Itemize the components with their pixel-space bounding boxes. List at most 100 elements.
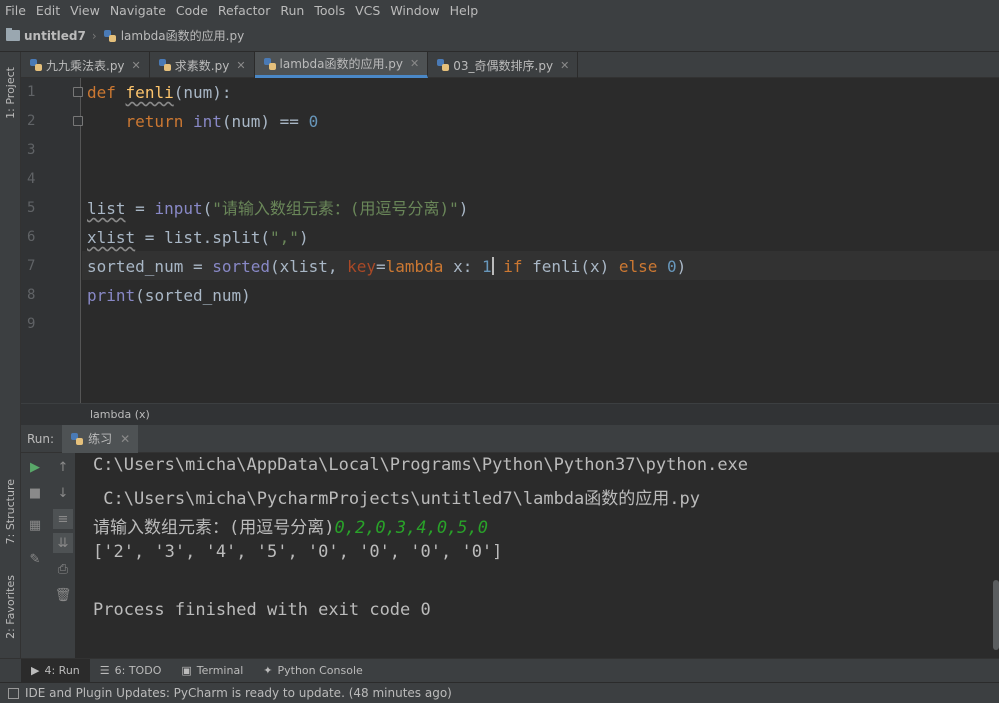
code-editor[interactable]: 1 2 3 4 5 6 7 8 9 def fenli(num): return… (21, 78, 999, 403)
tab-label: 03_奇偶数排序.py (453, 58, 554, 73)
menu-view[interactable]: View (65, 3, 105, 18)
builtin: print (87, 286, 136, 305)
builtin: sorted (212, 257, 271, 276)
stop-icon[interactable]: ■ (25, 483, 45, 503)
console-line: 请输入数组元素：(用逗号分离)0,2,0,3,4,0,5,0 (93, 513, 488, 538)
code-text: x: (443, 257, 482, 276)
breadcrumb-file-label: lambda函数的应用.py (120, 29, 245, 43)
console-user-input: 0,2,0,3,4,0,5,0 (334, 518, 489, 538)
close-icon[interactable]: ✕ (120, 432, 130, 446)
code-context-hint: lambda (x) (21, 403, 999, 425)
tab-qiusushu[interactable]: 求素数.py ✕ (150, 52, 255, 78)
structure-tool-tab[interactable]: 7: Structure (0, 472, 21, 552)
menu-tools[interactable]: Tools (309, 3, 350, 18)
line-number: 7 (27, 258, 36, 274)
toggle-tool-windows-icon[interactable] (8, 687, 19, 699)
console-prompt: 请输入数组元素：(用逗号分离) (93, 518, 335, 538)
tab-lambda[interactable]: lambda函数的应用.py ✕ (254, 52, 429, 78)
menu-file[interactable]: File (0, 3, 31, 18)
soft-wrap-icon[interactable]: ≡ (53, 509, 73, 529)
code-text: (xlist, (270, 257, 348, 276)
tab-label: 九九乘法表.py (46, 58, 125, 73)
console-scrollbar[interactable] (993, 580, 999, 650)
tab-label: lambda函数的应用.py (279, 57, 404, 71)
run-console[interactable]: C:\Users\micha\AppData\Local\Programs\Py… (75, 453, 999, 658)
breadcrumb-project[interactable]: untitled7 (6, 28, 86, 43)
menu-navigate[interactable]: Navigate (105, 3, 171, 18)
python-file-icon (29, 58, 43, 72)
breadcrumb-file[interactable]: lambda函数的应用.py (103, 27, 245, 44)
scroll-to-end-icon[interactable]: ⇊ (53, 533, 73, 553)
code-text: (num): (173, 83, 232, 102)
tool-window-bar: ▶ 4: Run ☰ 6: TODO ▣ Terminal ✦ Python C… (0, 658, 999, 683)
terminal-tool-tab[interactable]: ▣ Terminal (171, 659, 253, 683)
code-line-8: print(sorted_num) (87, 281, 987, 310)
python-console-tool-tab[interactable]: ✦ Python Console (253, 659, 373, 683)
folder-icon (6, 28, 20, 41)
console-line: ['2', '3', '4', '5', '0', '0', '0', '0'] (93, 542, 503, 562)
keyword: lambda (385, 257, 444, 276)
run-tool-tab[interactable]: ▶ 4: Run (21, 658, 90, 683)
keyword: return (125, 112, 184, 131)
status-message[interactable]: IDE and Plugin Updates: PyCharm is ready… (25, 686, 452, 700)
project-tool-tab[interactable]: 1: Project (0, 58, 21, 128)
menu-refactor[interactable]: Refactor (213, 3, 275, 18)
code-line-7: sorted_num = sorted(xlist, key=lambda x:… (87, 252, 987, 281)
close-icon[interactable]: ✕ (560, 59, 569, 72)
menu-bar: File Edit View Navigate Code Refactor Ru… (0, 0, 999, 20)
code-text: ) (458, 199, 469, 218)
code-line-2: return int(num) == 0 (87, 107, 987, 136)
print-icon[interactable]: ⎙ (53, 559, 73, 579)
code-text: (sorted_num) (135, 286, 251, 305)
tab-jiujiu[interactable]: 九九乘法表.py ✕ (21, 52, 150, 78)
todo-icon: ☰ (99, 664, 110, 677)
layout-icon[interactable]: ▦ (25, 515, 45, 535)
fold-marker-icon[interactable] (73, 87, 83, 97)
run-label: Run: (27, 431, 55, 446)
fold-marker-icon[interactable] (73, 116, 83, 126)
breadcrumb: untitled7 › lambda函数的应用.py (0, 20, 999, 52)
keyword: def (87, 83, 116, 102)
todo-tool-tab[interactable]: ☰ 6: TODO (90, 659, 172, 683)
close-icon[interactable]: ✕ (410, 57, 419, 70)
code-text: fenli(x) (522, 257, 619, 276)
menu-help[interactable]: Help (445, 3, 484, 18)
close-icon[interactable]: ✕ (236, 59, 245, 72)
trash-icon[interactable]: 🗑 (53, 585, 73, 605)
console-line: C:\Users\micha\PycharmProjects\untitled7… (93, 489, 700, 509)
menu-window[interactable]: Window (385, 3, 444, 18)
line-number: 4 (27, 171, 36, 187)
code-text: (num) == (221, 112, 309, 131)
python-file-icon (70, 432, 84, 446)
run-config-tab[interactable]: 练习 ✕ (62, 424, 139, 453)
menu-run[interactable]: Run (275, 3, 309, 18)
project-tool-label: 1: Project (4, 67, 17, 119)
menu-vcs[interactable]: VCS (350, 3, 385, 18)
menu-edit[interactable]: Edit (31, 3, 65, 18)
up-arrow-icon[interactable]: ↑ (53, 457, 73, 477)
close-icon[interactable]: ✕ (132, 59, 141, 72)
tab-jiou[interactable]: 03_奇偶数排序.py ✕ (428, 52, 579, 78)
keyword: if (503, 257, 523, 276)
python-file-icon (158, 58, 172, 72)
line-number: 3 (27, 142, 36, 158)
code-text: ) (298, 228, 309, 247)
code-text: sorted_num = (87, 257, 213, 276)
python-file-icon (103, 29, 117, 43)
console-line: Process finished with exit code 0 (93, 600, 431, 620)
line-gutter: 1 2 3 4 5 6 7 8 9 (21, 78, 83, 403)
favorites-tool-tab[interactable]: 2: Favorites (0, 567, 21, 647)
rerun-icon[interactable]: ▶ (25, 457, 45, 477)
code-line-6: xlist = list.split(",") (87, 223, 987, 252)
pin-icon[interactable]: ✎ (25, 549, 45, 569)
console-line: C:\Users\micha\AppData\Local\Programs\Py… (93, 455, 749, 475)
status-bar: IDE and Plugin Updates: PyCharm is ready… (0, 682, 999, 703)
code-text: ( (202, 199, 213, 218)
line-number: 1 (27, 84, 36, 100)
string-literal: "请输入数组元素：(用逗号分离)" (212, 199, 459, 218)
keyword-argument: key (347, 257, 376, 276)
menu-code[interactable]: Code (171, 3, 213, 18)
python-file-icon (436, 58, 450, 72)
python-file-icon (263, 57, 277, 71)
down-arrow-icon[interactable]: ↓ (53, 483, 73, 503)
